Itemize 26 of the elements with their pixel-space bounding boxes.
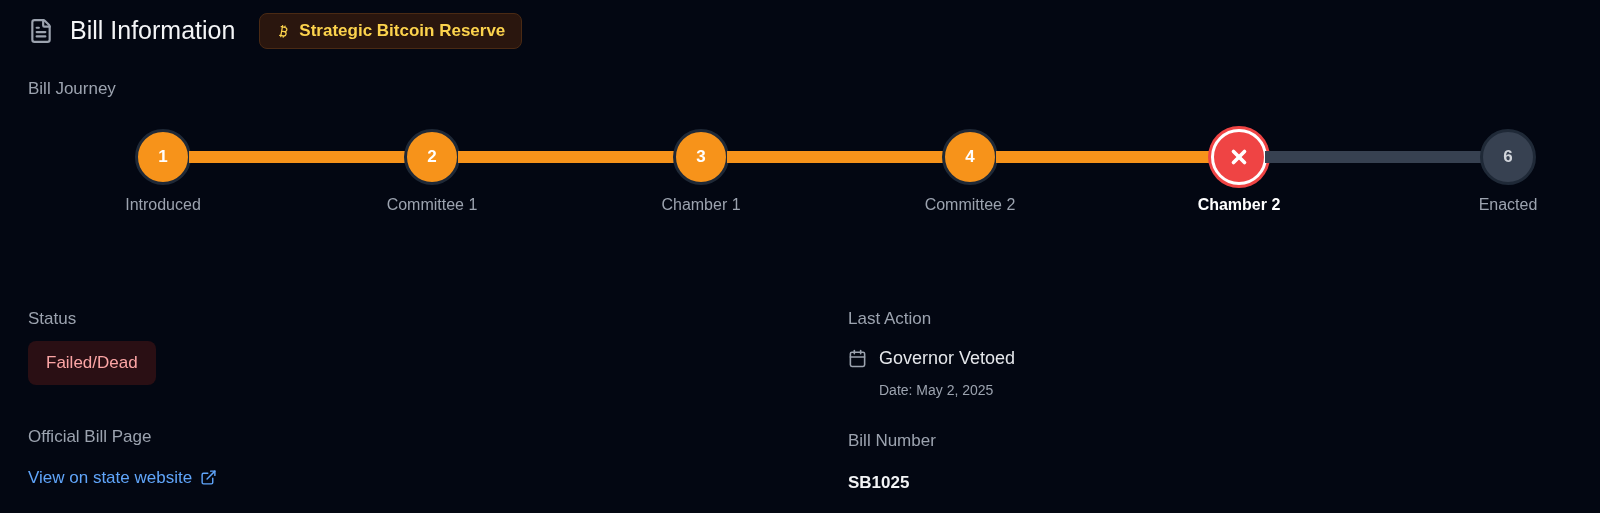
last-action-text: Governor Vetoed xyxy=(879,347,1016,370)
bill-number-label: Bill Number xyxy=(848,430,937,452)
bill-number: SB1025 xyxy=(848,471,911,494)
tag-label: Strategic Bitcoin Reserve xyxy=(299,20,506,43)
section-title: Bill Information xyxy=(70,15,236,47)
step-number: 2 xyxy=(427,145,437,168)
calendar-icon xyxy=(848,349,867,368)
status-label: Status xyxy=(28,307,78,330)
step-label: Committee 2 xyxy=(924,194,1016,215)
last-action-label: Last Action xyxy=(848,307,933,330)
step-number: 6 xyxy=(1503,145,1513,168)
step-label: Chamber 2 xyxy=(1197,194,1281,215)
journey-label: Bill Journey xyxy=(28,78,117,100)
external-link-icon xyxy=(200,469,218,487)
status-badge: Failed/Dead xyxy=(28,341,156,385)
step-number: 4 xyxy=(965,145,975,168)
document-icon xyxy=(28,18,54,44)
step-label: Introduced xyxy=(125,194,201,215)
step-label: Chamber 1 xyxy=(661,194,741,215)
official-page-label: Official Bill Page xyxy=(28,425,153,448)
step-number: 1 xyxy=(158,145,168,168)
step-number: 3 xyxy=(696,145,706,168)
step-label: Enacted xyxy=(1478,194,1538,215)
website-link[interactable]: View on state website xyxy=(28,465,218,491)
action-date: Date: May 2, 2025 xyxy=(879,381,995,400)
step-label: Committee 1 xyxy=(386,194,478,215)
